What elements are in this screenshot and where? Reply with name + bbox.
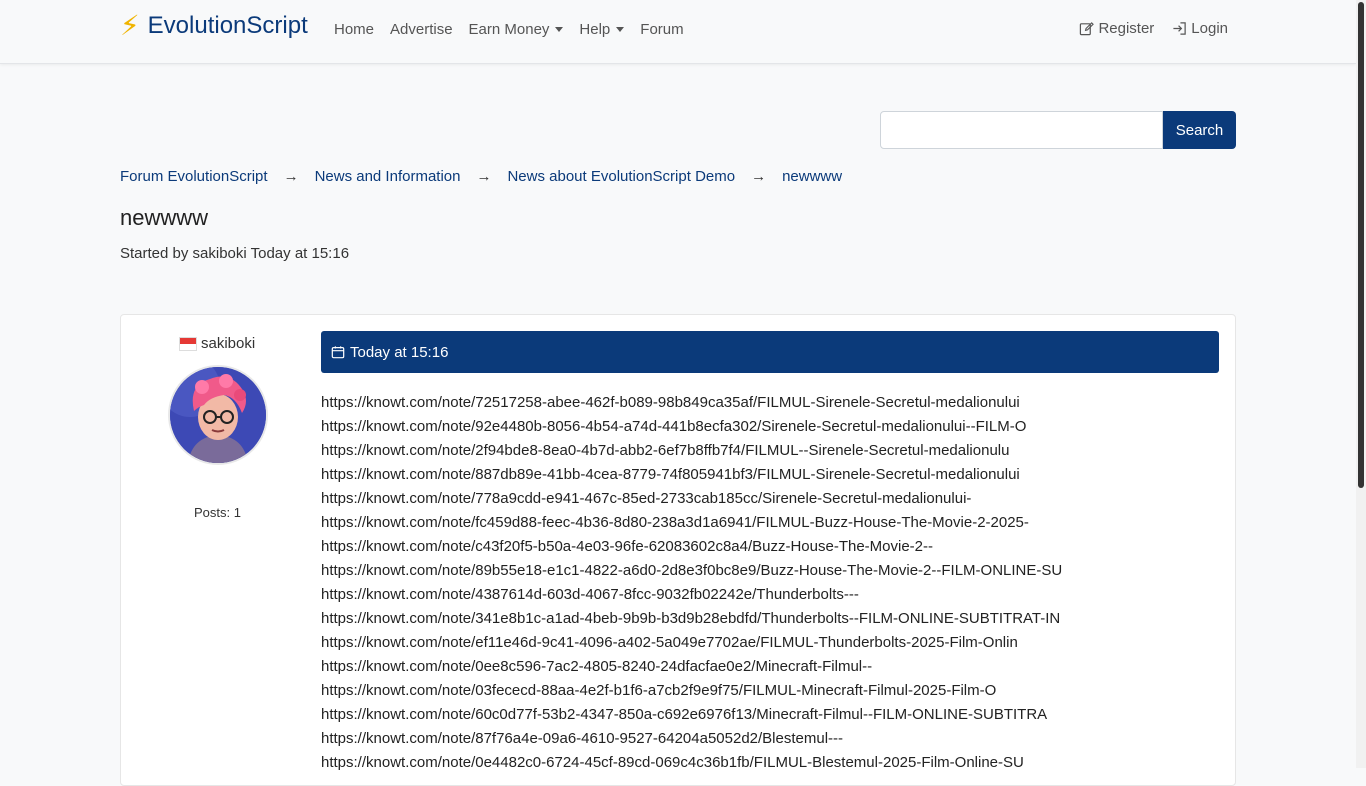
post-link: https://knowt.com/note/fc459d88-feec-4b3… xyxy=(321,514,1029,531)
brand-logo[interactable]: ⚡ EvolutionScript xyxy=(120,10,308,42)
breadcrumb-separator: → xyxy=(476,168,492,185)
post-link: https://knowt.com/note/72517258-abee-462… xyxy=(321,394,1020,411)
post-link: https://knowt.com/note/92e4480b-8056-4b5… xyxy=(321,418,1027,435)
scroll-thumb[interactable] xyxy=(1358,2,1364,488)
login-link[interactable]: Login xyxy=(1172,20,1228,37)
avatar[interactable] xyxy=(168,365,268,465)
nav-help-label: Help xyxy=(579,21,611,38)
nav-earn-money-label: Earn Money xyxy=(468,21,550,38)
nav-help[interactable]: Help xyxy=(579,21,625,38)
post-date: Today at 15:16 xyxy=(350,343,449,361)
page-title: newwww xyxy=(120,205,209,230)
post-link: https://knowt.com/note/c43f20f5-b50a-4e0… xyxy=(321,538,934,555)
breadcrumb: Forum EvolutionScript → News and Informa… xyxy=(120,168,842,185)
calendar-icon xyxy=(331,346,345,359)
post-link: https://knowt.com/note/60c0d77f-53b2-434… xyxy=(321,706,1048,723)
account-nav: Register Login xyxy=(1061,20,1228,37)
post-link: https://knowt.com/note/341e8b1c-a1ad-4be… xyxy=(321,610,1061,627)
register-link[interactable]: Register xyxy=(1079,20,1154,37)
post-link: https://knowt.com/note/0e4482c0-6724-45c… xyxy=(321,754,1024,771)
login-label: Login xyxy=(1191,20,1228,37)
register-label: Register xyxy=(1098,20,1155,37)
forum-post: sakiboki Posts: 1 Today at 15:16 https:/… xyxy=(120,314,1236,786)
post-link: https://knowt.com/note/887db89e-41bb-4ce… xyxy=(321,466,1020,483)
author-name[interactable]: sakiboki xyxy=(179,335,255,352)
search-button[interactable]: Search xyxy=(1163,111,1236,149)
nav-earn-money[interactable]: Earn Money xyxy=(469,21,564,38)
post-link: https://knowt.com/note/ef11e46d-9c41-409… xyxy=(321,634,1018,651)
nav-advertise[interactable]: Advertise xyxy=(390,21,453,38)
post-link: https://knowt.com/note/4387614d-603d-406… xyxy=(321,586,859,603)
nav-forum[interactable]: Forum xyxy=(640,21,683,38)
post-header: Today at 15:16 xyxy=(321,331,1219,373)
lightning-icon: ⚡ xyxy=(120,10,140,41)
chevron-down-icon xyxy=(616,27,625,32)
search-input[interactable] xyxy=(880,111,1163,149)
post-link: https://knowt.com/note/2f94bde8-8ea0-4b7… xyxy=(321,442,1010,459)
breadcrumb-forum[interactable]: Forum EvolutionScript xyxy=(120,168,268,185)
post-link: https://knowt.com/note/89b55e18-e1c1-482… xyxy=(321,562,1063,579)
nav-home[interactable]: Home xyxy=(334,21,374,38)
breadcrumb-category[interactable]: News and Information xyxy=(315,168,461,185)
post-link: https://knowt.com/note/0ee8c596-7ac2-480… xyxy=(321,658,873,675)
top-navbar: ⚡ EvolutionScript Home Advertise Earn Mo… xyxy=(0,0,1356,64)
breadcrumb-separator: → xyxy=(751,168,767,185)
edit-icon xyxy=(1080,22,1095,36)
flag-icon xyxy=(179,336,197,351)
post-body: https://knowt.com/note/72517258-abee-462… xyxy=(321,391,1062,775)
author-username: sakiboki xyxy=(201,335,256,352)
page-scrollbar[interactable] xyxy=(1356,0,1366,768)
breadcrumb-board[interactable]: News about EvolutionScript Demo xyxy=(507,168,735,185)
breadcrumb-thread[interactable]: newwww xyxy=(782,168,842,185)
thread-started-by: Started by sakiboki Today at 15:16 xyxy=(120,245,350,262)
brand-name: EvolutionScript xyxy=(147,12,308,39)
forum-search: Search xyxy=(880,111,1236,149)
chevron-down-icon xyxy=(555,27,564,32)
main-nav: Home Advertise Earn Money Help Forum xyxy=(334,21,700,38)
login-icon xyxy=(1173,22,1187,35)
avatar-image xyxy=(170,367,266,463)
post-link: https://knowt.com/note/87f76a4e-09a6-461… xyxy=(321,730,844,747)
breadcrumb-separator: → xyxy=(283,168,299,185)
author-post-count: Posts: 1 xyxy=(194,505,241,520)
post-link: https://knowt.com/note/03fececd-88aa-4e2… xyxy=(321,682,997,699)
post-link: https://knowt.com/note/778a9cdd-e941-467… xyxy=(321,490,972,507)
